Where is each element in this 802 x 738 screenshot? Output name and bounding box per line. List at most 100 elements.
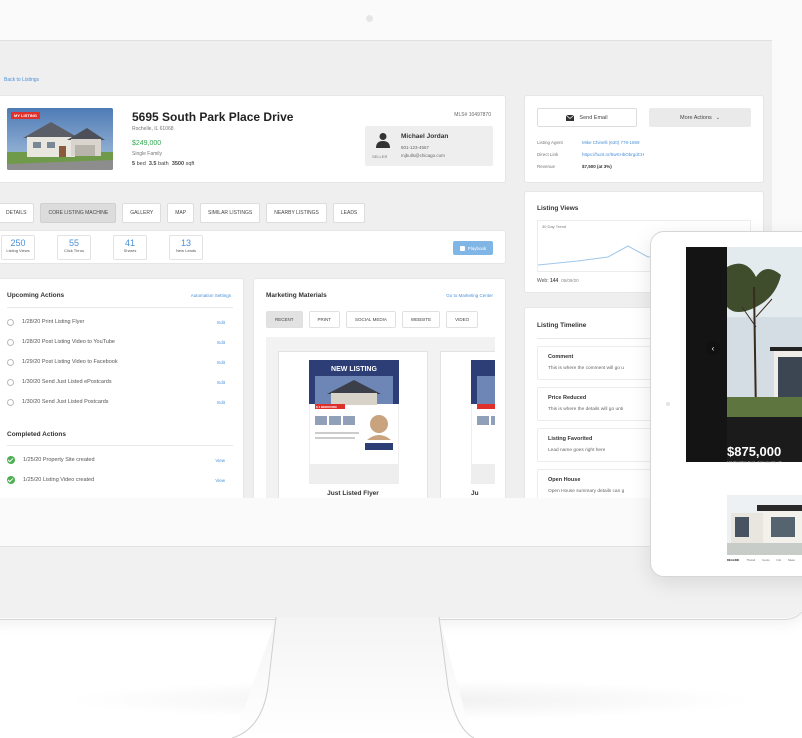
seller-name: Michael Jordan	[401, 133, 449, 140]
direct-link-row: Direct Link https://hunt.nr/5wKHbObrgdCH	[537, 152, 644, 157]
edit-link[interactable]: Edit	[217, 360, 225, 365]
action-checkbox[interactable]	[7, 378, 14, 386]
tablet-address: 123 West Main Road · Salt Lake City, UT	[727, 460, 782, 464]
stat-new-leads[interactable]: 13 New Leads	[169, 235, 203, 260]
stat-shares[interactable]: 41 Shares	[113, 235, 147, 260]
completed-row[interactable]: 1/25/20 Property Site created View	[7, 454, 237, 466]
send-email-button[interactable]: Send Email	[537, 108, 637, 127]
tablet-nav: DEALINK Thursd Cents Info Mess	[727, 558, 802, 562]
tablet-price: $875,000	[727, 444, 782, 459]
flyer-card[interactable]: Ju	[440, 351, 495, 498]
baths-value: 3.5	[148, 161, 157, 167]
listing-address: 5695 South Park Place Drive	[132, 110, 294, 124]
revenue-label: Revenue	[537, 164, 556, 169]
back-to-listings-link[interactable]: Back to Listings	[4, 77, 39, 83]
tablet-thumbnail[interactable]	[727, 495, 802, 555]
timeline-detail: Open House summary details can g	[548, 489, 625, 494]
tablet-nav-item[interactable]: Thursd	[746, 558, 755, 562]
tab-recent[interactable]: RECENT	[266, 311, 303, 328]
tablet-nav-item[interactable]: Mess	[788, 558, 795, 562]
edit-link[interactable]: Edit	[217, 380, 225, 385]
action-checkbox[interactable]	[7, 358, 14, 366]
person-icon	[376, 133, 390, 148]
view-link[interactable]: View	[215, 458, 225, 463]
book-icon	[459, 245, 465, 251]
playbook-button[interactable]: Playbook	[453, 241, 493, 255]
action-checkbox[interactable]	[7, 338, 14, 346]
chevron-down-icon: ⌄	[715, 114, 720, 121]
action-row[interactable]: 1/30/20 Send Just Listed Postcards Edit	[7, 396, 237, 408]
action-row[interactable]: 1/28/20 Post Listing Video to YouTube Ed…	[7, 336, 237, 348]
view-link[interactable]: View	[215, 478, 225, 483]
tablet-nav-item[interactable]: DEALINK	[727, 558, 739, 562]
action-text: 1/30/20 Send Just Listed ePostcards	[22, 379, 112, 385]
seller-email: mjbulls@chicago.com	[401, 153, 445, 158]
tablet-nav-item[interactable]: Cents	[762, 558, 769, 562]
action-checkbox[interactable]	[7, 398, 14, 406]
listing-agent-link[interactable]: Mike Chinelli (630) 778-1859	[582, 140, 640, 145]
marketing-materials-card: Marketing Materials Go to Marketing Cent…	[253, 278, 506, 498]
chevron-left-icon[interactable]: ‹	[706, 341, 720, 355]
action-text: 1/30/20 Send Just Listed Postcards	[22, 399, 109, 405]
marketing-center-link[interactable]: Go to Marketing Center	[446, 293, 493, 298]
tab-video[interactable]: VIDEO	[446, 311, 479, 328]
stat-label: New Leads	[175, 248, 196, 253]
action-row[interactable]: 1/29/20 Post Listing Video to Facebook E…	[7, 356, 237, 368]
tab-similar-listings[interactable]: SIMILAR LISTINGS	[200, 203, 261, 223]
timeline-detail: Lead name goes right here	[548, 448, 606, 453]
edit-link[interactable]: Edit	[217, 400, 225, 405]
tab-gallery[interactable]: GALLERY	[122, 203, 162, 223]
tab-nearby-listings[interactable]: NEARBY LISTINGS	[266, 203, 327, 223]
stat-value: 13	[180, 238, 191, 248]
stat-click-thrus[interactable]: 55 Click Thrus	[57, 235, 91, 260]
action-text: 1/28/20 Post Listing Video to YouTube	[22, 339, 115, 345]
check-circle-icon	[7, 476, 15, 484]
flyer-name: Ju	[471, 490, 479, 497]
stat-label: Shares	[123, 248, 137, 253]
edit-link[interactable]: Edit	[217, 340, 225, 345]
timeline-heading: Comment	[548, 354, 574, 360]
seller-contact-box[interactable]: SELLER Michael Jordan 801-123-4567 mjbul…	[365, 126, 493, 166]
modern-house-photo	[727, 247, 802, 462]
tab-details[interactable]: DETAILS	[0, 203, 35, 223]
stat-listing-views[interactable]: 250 Listing Views	[1, 235, 35, 260]
tab-social-media[interactable]: SOCIAL MEDIA	[346, 311, 396, 328]
flyer-name: Just Listed Flyer	[327, 490, 379, 497]
envelope-icon	[566, 114, 575, 121]
seller-role: SELLER	[372, 154, 388, 159]
tablet-nav-item[interactable]: Info	[776, 558, 781, 562]
send-email-label: Send Email	[579, 114, 608, 121]
stand-outline	[232, 617, 474, 738]
tab-core-listing-machine[interactable]: CORE LISTING MACHINE	[40, 203, 117, 223]
tab-map[interactable]: MAP	[167, 203, 195, 223]
more-actions-button[interactable]: More Actions ⌄	[649, 108, 751, 127]
web-value: 144	[549, 278, 559, 284]
action-text: 1/28/20 Print Listing Flyer	[22, 319, 85, 325]
completed-row[interactable]: 1/25/20 Listing Video created View	[7, 474, 237, 486]
listing-actions-card: Send Email More Actions ⌄ Listing Agent …	[524, 95, 764, 183]
automation-settings-link[interactable]: Automation Settings	[191, 293, 231, 298]
listing-agent-label: Listing Agent	[537, 140, 563, 145]
stat-label: Click Thrus	[64, 248, 84, 253]
tablet-screen: ‹ $875,000 123 West Main Road · Salt Lak…	[686, 247, 802, 565]
tablet-camera-icon	[666, 402, 670, 406]
edit-link[interactable]: Edit	[217, 320, 225, 325]
action-row[interactable]: 1/30/20 Send Just Listed ePostcards Edit	[7, 376, 237, 388]
action-row[interactable]: 1/28/20 Print Listing Flyer Edit	[7, 316, 237, 328]
stat-value: 41	[124, 238, 135, 248]
direct-link-url[interactable]: https://hunt.nr/5wKHbObrgdCH	[582, 152, 644, 157]
action-checkbox[interactable]	[7, 318, 14, 326]
listing-views-title: Listing Views	[537, 205, 579, 212]
mls-number: MLS# 10497870	[454, 112, 491, 118]
tab-print[interactable]: PRINT	[308, 311, 341, 328]
flyer-card[interactable]: NEW LISTING $ 4 BEDROOM Just Listed Flye…	[278, 351, 428, 498]
house-thumbnail	[727, 495, 802, 555]
tab-website[interactable]: WEBSITE	[401, 311, 441, 328]
listing-photo[interactable]: MY LISTING	[7, 108, 113, 170]
marketing-materials-title: Marketing Materials	[266, 292, 327, 299]
divider	[7, 307, 233, 308]
flyer-thumbnail	[471, 360, 495, 484]
completed-actions-title: Completed Actions	[7, 431, 66, 438]
tab-leads[interactable]: LEADS	[332, 203, 366, 223]
listing-price: $249,000	[132, 140, 162, 147]
